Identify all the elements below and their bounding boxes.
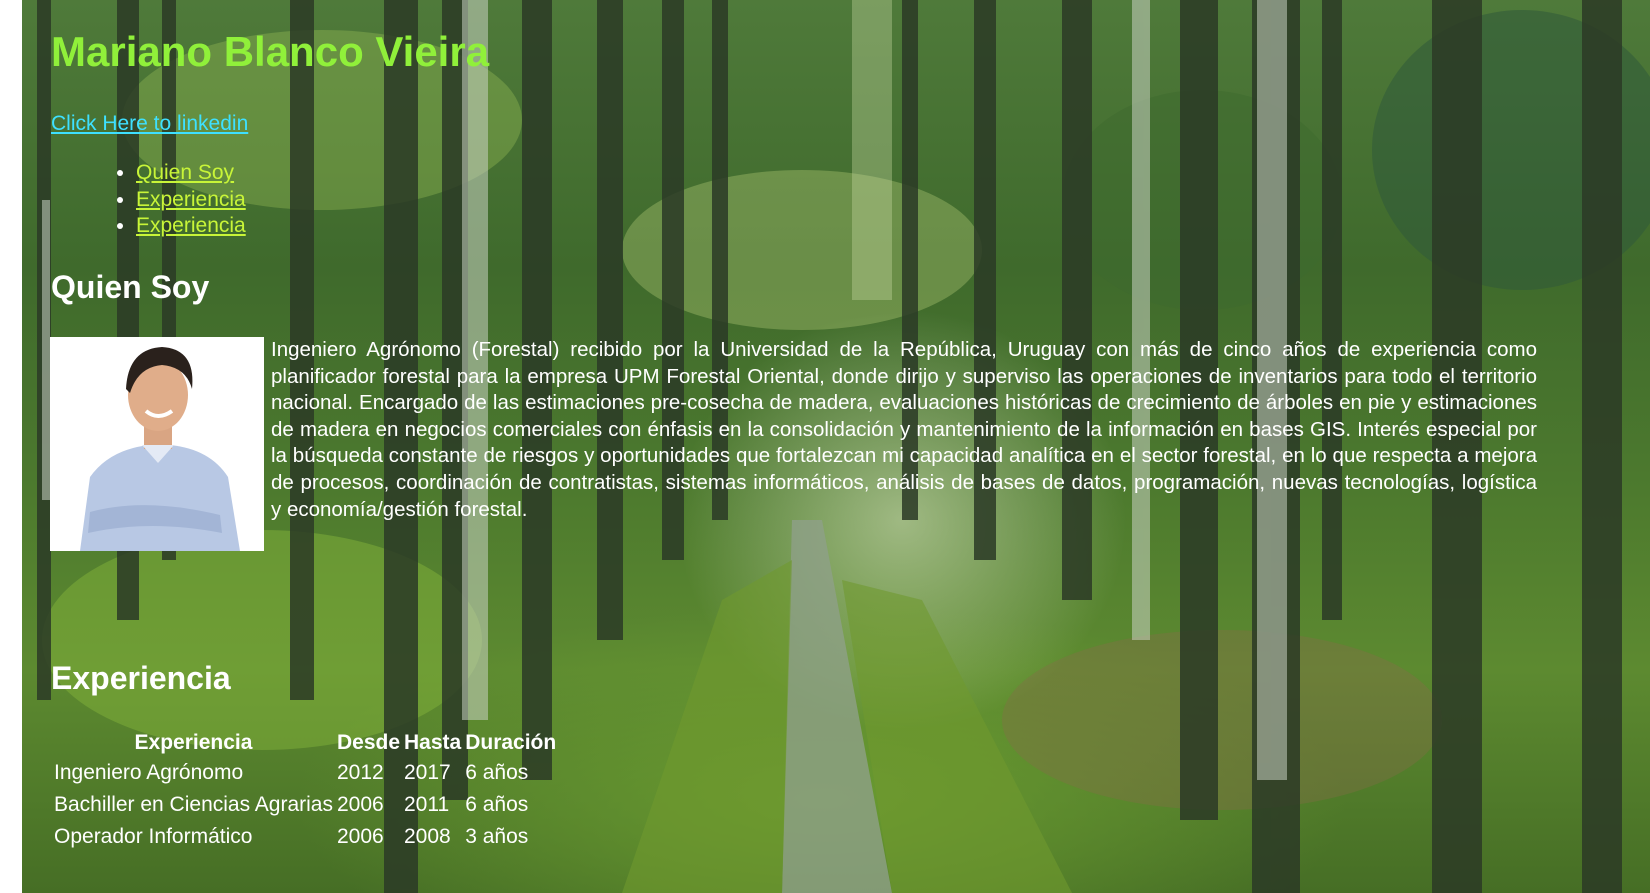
cell-from: 2006 bbox=[336, 825, 384, 848]
table-row: Ingeniero Agrónomo 2012 2017 6 años bbox=[53, 757, 557, 789]
header-role: Experiencia bbox=[134, 731, 253, 754]
cell-from: 2012 bbox=[336, 761, 384, 784]
section-nav: Quien Soy Experiencia Experiencia bbox=[95, 160, 246, 240]
about-heading: Quien Soy bbox=[51, 269, 210, 305]
nav-link-quien-soy[interactable]: Quien Soy bbox=[136, 161, 234, 184]
experience-heading: Experiencia bbox=[51, 660, 231, 696]
header-to: Hasta bbox=[404, 731, 462, 754]
cell-role: Operador Informático bbox=[54, 825, 253, 848]
table-row: Bachiller en Ciencias Agrarias 2006 2011… bbox=[53, 789, 557, 821]
nav-item-experiencia: Experiencia bbox=[136, 187, 246, 214]
cell-role: Ingeniero Agrónomo bbox=[54, 761, 244, 784]
cell-duration: 6 años bbox=[465, 793, 529, 816]
nav-link-experiencia-2[interactable]: Experiencia bbox=[136, 214, 246, 237]
nav-item-experiencia-2: Experiencia bbox=[136, 213, 246, 240]
table-header-row: Experiencia Desde Hasta Duración bbox=[53, 729, 557, 757]
nav-item-quien-soy: Quien Soy bbox=[136, 160, 246, 187]
profile-name: Mariano Blanco Vieira bbox=[51, 28, 490, 75]
table-row: Operador Informático 2006 2008 3 años bbox=[53, 821, 557, 853]
cell-duration: 3 años bbox=[465, 825, 529, 848]
linkedin-link[interactable]: Click Here to linkedin bbox=[51, 111, 248, 137]
cell-to: 2017 bbox=[404, 761, 451, 784]
nav-link-experiencia[interactable]: Experiencia bbox=[136, 188, 246, 211]
page: Mariano Blanco Vieira Click Here to link… bbox=[22, 0, 1650, 893]
cell-role: Bachiller en Ciencias Agrarias bbox=[54, 793, 333, 816]
about-text: Ingeniero Agrónomo (Forestal) recibido p… bbox=[271, 338, 1537, 521]
cell-to: 2011 bbox=[404, 793, 450, 816]
header-from: Desde bbox=[336, 731, 400, 754]
experience-table: Experiencia Desde Hasta Duración Ingenie… bbox=[51, 729, 559, 853]
person-photo-icon bbox=[50, 337, 264, 551]
cell-to: 2008 bbox=[404, 825, 451, 848]
profile-photo bbox=[50, 337, 264, 551]
cell-duration: 6 años bbox=[465, 761, 529, 784]
header-duration: Duración bbox=[465, 731, 557, 754]
cell-from: 2006 bbox=[336, 793, 384, 816]
